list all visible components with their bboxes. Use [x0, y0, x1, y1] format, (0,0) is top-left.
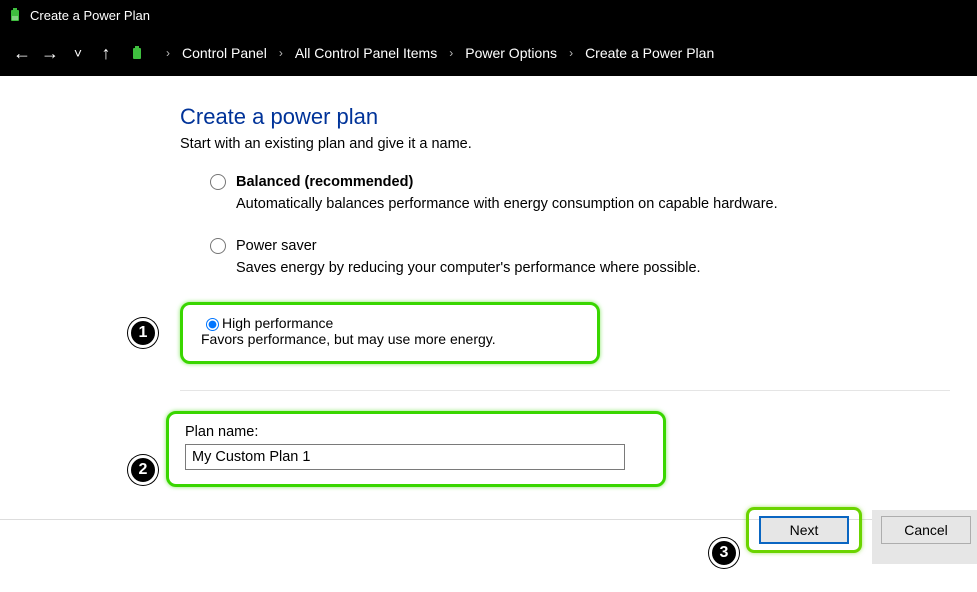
- radio-balanced[interactable]: [210, 174, 226, 190]
- footer: Next Cancel: [0, 514, 977, 564]
- breadcrumb-create-plan[interactable]: Create a Power Plan: [581, 43, 718, 63]
- chevron-right-icon: ›: [449, 46, 453, 60]
- chevron-right-icon: ›: [166, 46, 170, 60]
- nav-up[interactable]: ↑: [92, 39, 120, 67]
- plan-desc-balanced: Automatically balances performance with …: [236, 196, 937, 212]
- plan-label-balanced: Balanced (recommended): [236, 174, 413, 190]
- next-button[interactable]: Next: [759, 516, 849, 544]
- nav-forward[interactable]: →: [36, 39, 64, 67]
- nav-recent[interactable]: ˅: [64, 39, 92, 67]
- cancel-button[interactable]: Cancel: [881, 516, 971, 544]
- plan-option-balanced[interactable]: Balanced (recommended) Automatically bal…: [210, 174, 937, 212]
- breadcrumb: › Control Panel › All Control Panel Item…: [160, 43, 720, 63]
- annotation-3: 3: [709, 538, 739, 568]
- radio-high[interactable]: [206, 318, 219, 331]
- window-title: Create a Power Plan: [30, 8, 150, 23]
- plan-name-label: Plan name:: [185, 424, 647, 440]
- nav-bar: ← → ˅ ↑ › Control Panel › All Control Pa…: [0, 30, 977, 76]
- breadcrumb-power-options[interactable]: Power Options: [461, 43, 561, 63]
- battery-icon: [8, 7, 24, 23]
- plan-desc-saver: Saves energy by reducing your computer's…: [236, 260, 937, 276]
- plan-desc-high: Favors performance, but may use more ene…: [201, 331, 579, 347]
- plan-name-input[interactable]: [185, 444, 625, 470]
- divider: [180, 390, 950, 391]
- breadcrumb-all-items[interactable]: All Control Panel Items: [291, 43, 441, 63]
- battery-icon-path: [130, 45, 146, 61]
- plan-label-saver: Power saver: [236, 238, 317, 254]
- plan-label-high: High performance: [222, 315, 333, 331]
- breadcrumb-control-panel[interactable]: Control Panel: [178, 43, 271, 63]
- nav-back[interactable]: ←: [8, 39, 36, 67]
- annotation-1: 1: [128, 318, 158, 348]
- next-button-highlight: Next: [746, 507, 862, 553]
- plan-option-high-highlight[interactable]: High performance Favors performance, but…: [180, 302, 600, 364]
- radio-saver[interactable]: [210, 238, 226, 254]
- chevron-right-icon: ›: [569, 46, 573, 60]
- page-heading: Create a power plan: [180, 104, 937, 130]
- page-subtitle: Start with an existing plan and give it …: [180, 136, 937, 152]
- content-area: Create a power plan Start with an existi…: [0, 76, 977, 487]
- plan-name-highlight: Plan name:: [166, 411, 666, 487]
- chevron-right-icon: ›: [279, 46, 283, 60]
- annotation-2: 2: [128, 455, 158, 485]
- title-bar: Create a Power Plan: [0, 0, 977, 30]
- plan-option-saver[interactable]: Power saver Saves energy by reducing you…: [210, 238, 937, 276]
